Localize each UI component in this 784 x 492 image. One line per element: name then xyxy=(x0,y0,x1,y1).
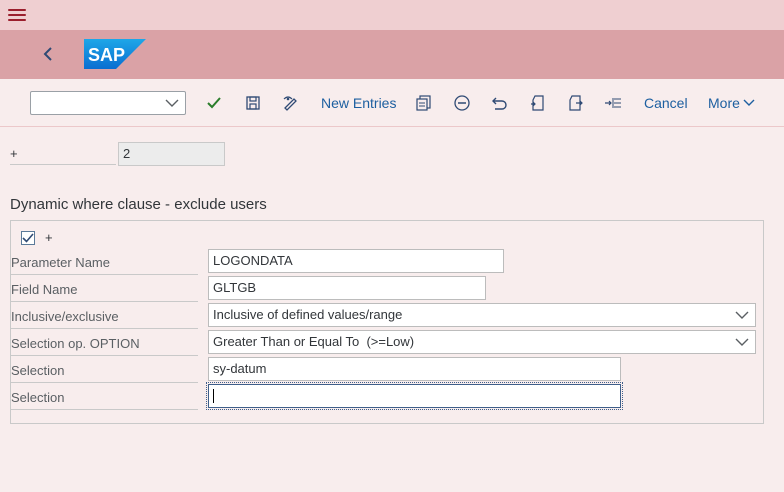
indent-icon[interactable] xyxy=(601,91,625,115)
check-icon[interactable] xyxy=(202,91,226,115)
header-key-label: + xyxy=(10,143,116,165)
selection-high-input[interactable] xyxy=(206,382,623,410)
top-bar xyxy=(0,0,784,30)
undo-icon[interactable] xyxy=(488,91,512,115)
shell-bar: SAP xyxy=(0,30,784,79)
new-entries-button[interactable]: New Entries xyxy=(321,93,396,113)
section-checkbox[interactable] xyxy=(21,231,35,245)
export-icon[interactable] xyxy=(563,91,587,115)
selection-option-label: Selection op. OPTION xyxy=(10,330,198,356)
field-name-label: Field Name xyxy=(10,276,198,302)
back-arrow-icon[interactable] xyxy=(36,42,60,66)
parameter-name-input[interactable]: LOGONDATA xyxy=(208,249,504,273)
header-key-field: 2 xyxy=(118,142,225,166)
selection-high-label: Selection xyxy=(10,384,198,410)
inclusive-exclusive-label: Inclusive/exclusive xyxy=(10,303,198,329)
selection-option-select[interactable]: Greater Than or Equal To (>=Low) xyxy=(208,330,756,354)
inclusive-exclusive-select[interactable]: Inclusive of defined values/range xyxy=(208,303,756,327)
field-name-input[interactable]: GLTGB xyxy=(208,276,486,300)
selection-low-input[interactable]: sy-datum xyxy=(208,357,621,381)
section-title: Dynamic where clause - exclude users xyxy=(10,196,267,213)
parameter-name-label: Parameter Name xyxy=(10,249,198,275)
delete-icon[interactable] xyxy=(450,91,474,115)
more-label: More xyxy=(708,95,740,111)
display-change-icon[interactable] xyxy=(279,91,303,115)
hamburger-menu-icon[interactable] xyxy=(6,6,28,24)
copy-as-icon[interactable] xyxy=(412,91,436,115)
inclusive-exclusive-value: Inclusive of defined values/range xyxy=(213,307,403,322)
chevron-down-icon xyxy=(165,99,179,107)
chevron-down-icon xyxy=(743,99,755,106)
selection-option-value: Greater Than or Equal To (>=Low) xyxy=(213,334,415,349)
text-caret xyxy=(213,389,214,403)
content-area: + 2 Dynamic where clause - exclude users… xyxy=(0,127,784,492)
logo-text: SAP xyxy=(88,45,125,65)
checkmark-icon xyxy=(22,233,34,243)
save-icon[interactable] xyxy=(241,91,265,115)
sap-logo[interactable]: SAP xyxy=(84,39,146,69)
cancel-button[interactable]: Cancel xyxy=(644,93,688,113)
toolbar: New Entries Cancel More xyxy=(0,79,784,127)
more-button[interactable]: More xyxy=(708,93,755,113)
select-all-icon[interactable] xyxy=(526,91,550,115)
section-checkbox-label: + xyxy=(45,230,53,245)
selection-low-label: Selection xyxy=(10,357,198,383)
command-field-select[interactable] xyxy=(30,91,186,115)
chevron-down-icon xyxy=(735,338,749,346)
chevron-down-icon xyxy=(735,311,749,319)
